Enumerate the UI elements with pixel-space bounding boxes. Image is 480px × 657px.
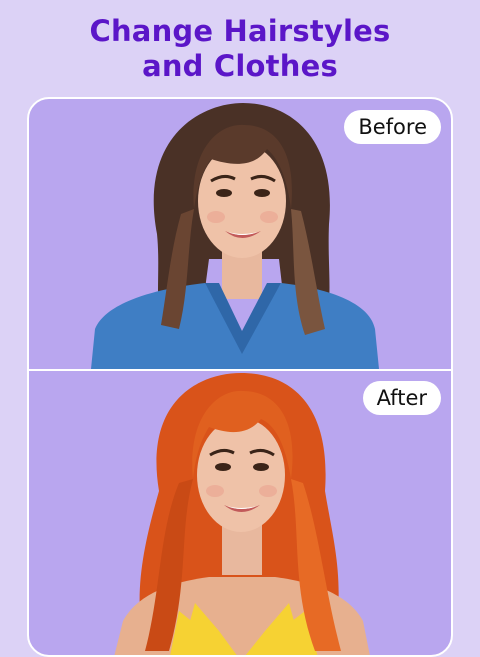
headline-line-1: Change Hairstyles [89, 14, 391, 48]
after-cheek-right [259, 485, 277, 497]
headline: Change Hairstyles and Clothes [0, 14, 480, 84]
headline-line-2: and Clothes [142, 49, 338, 83]
before-panel: Before [29, 99, 451, 369]
before-cheek-right [260, 211, 278, 223]
after-label: After [362, 381, 441, 415]
before-eye-right [254, 189, 270, 197]
before-label: Before [344, 110, 441, 144]
after-eye-right [253, 463, 269, 471]
after-eye-left [215, 463, 231, 471]
after-panel: After [29, 371, 451, 655]
after-face [197, 418, 285, 532]
before-cheek-left [207, 211, 225, 223]
after-cheek-left [206, 485, 224, 497]
before-after-card: Before After [27, 97, 453, 657]
before-eye-left [216, 189, 232, 197]
